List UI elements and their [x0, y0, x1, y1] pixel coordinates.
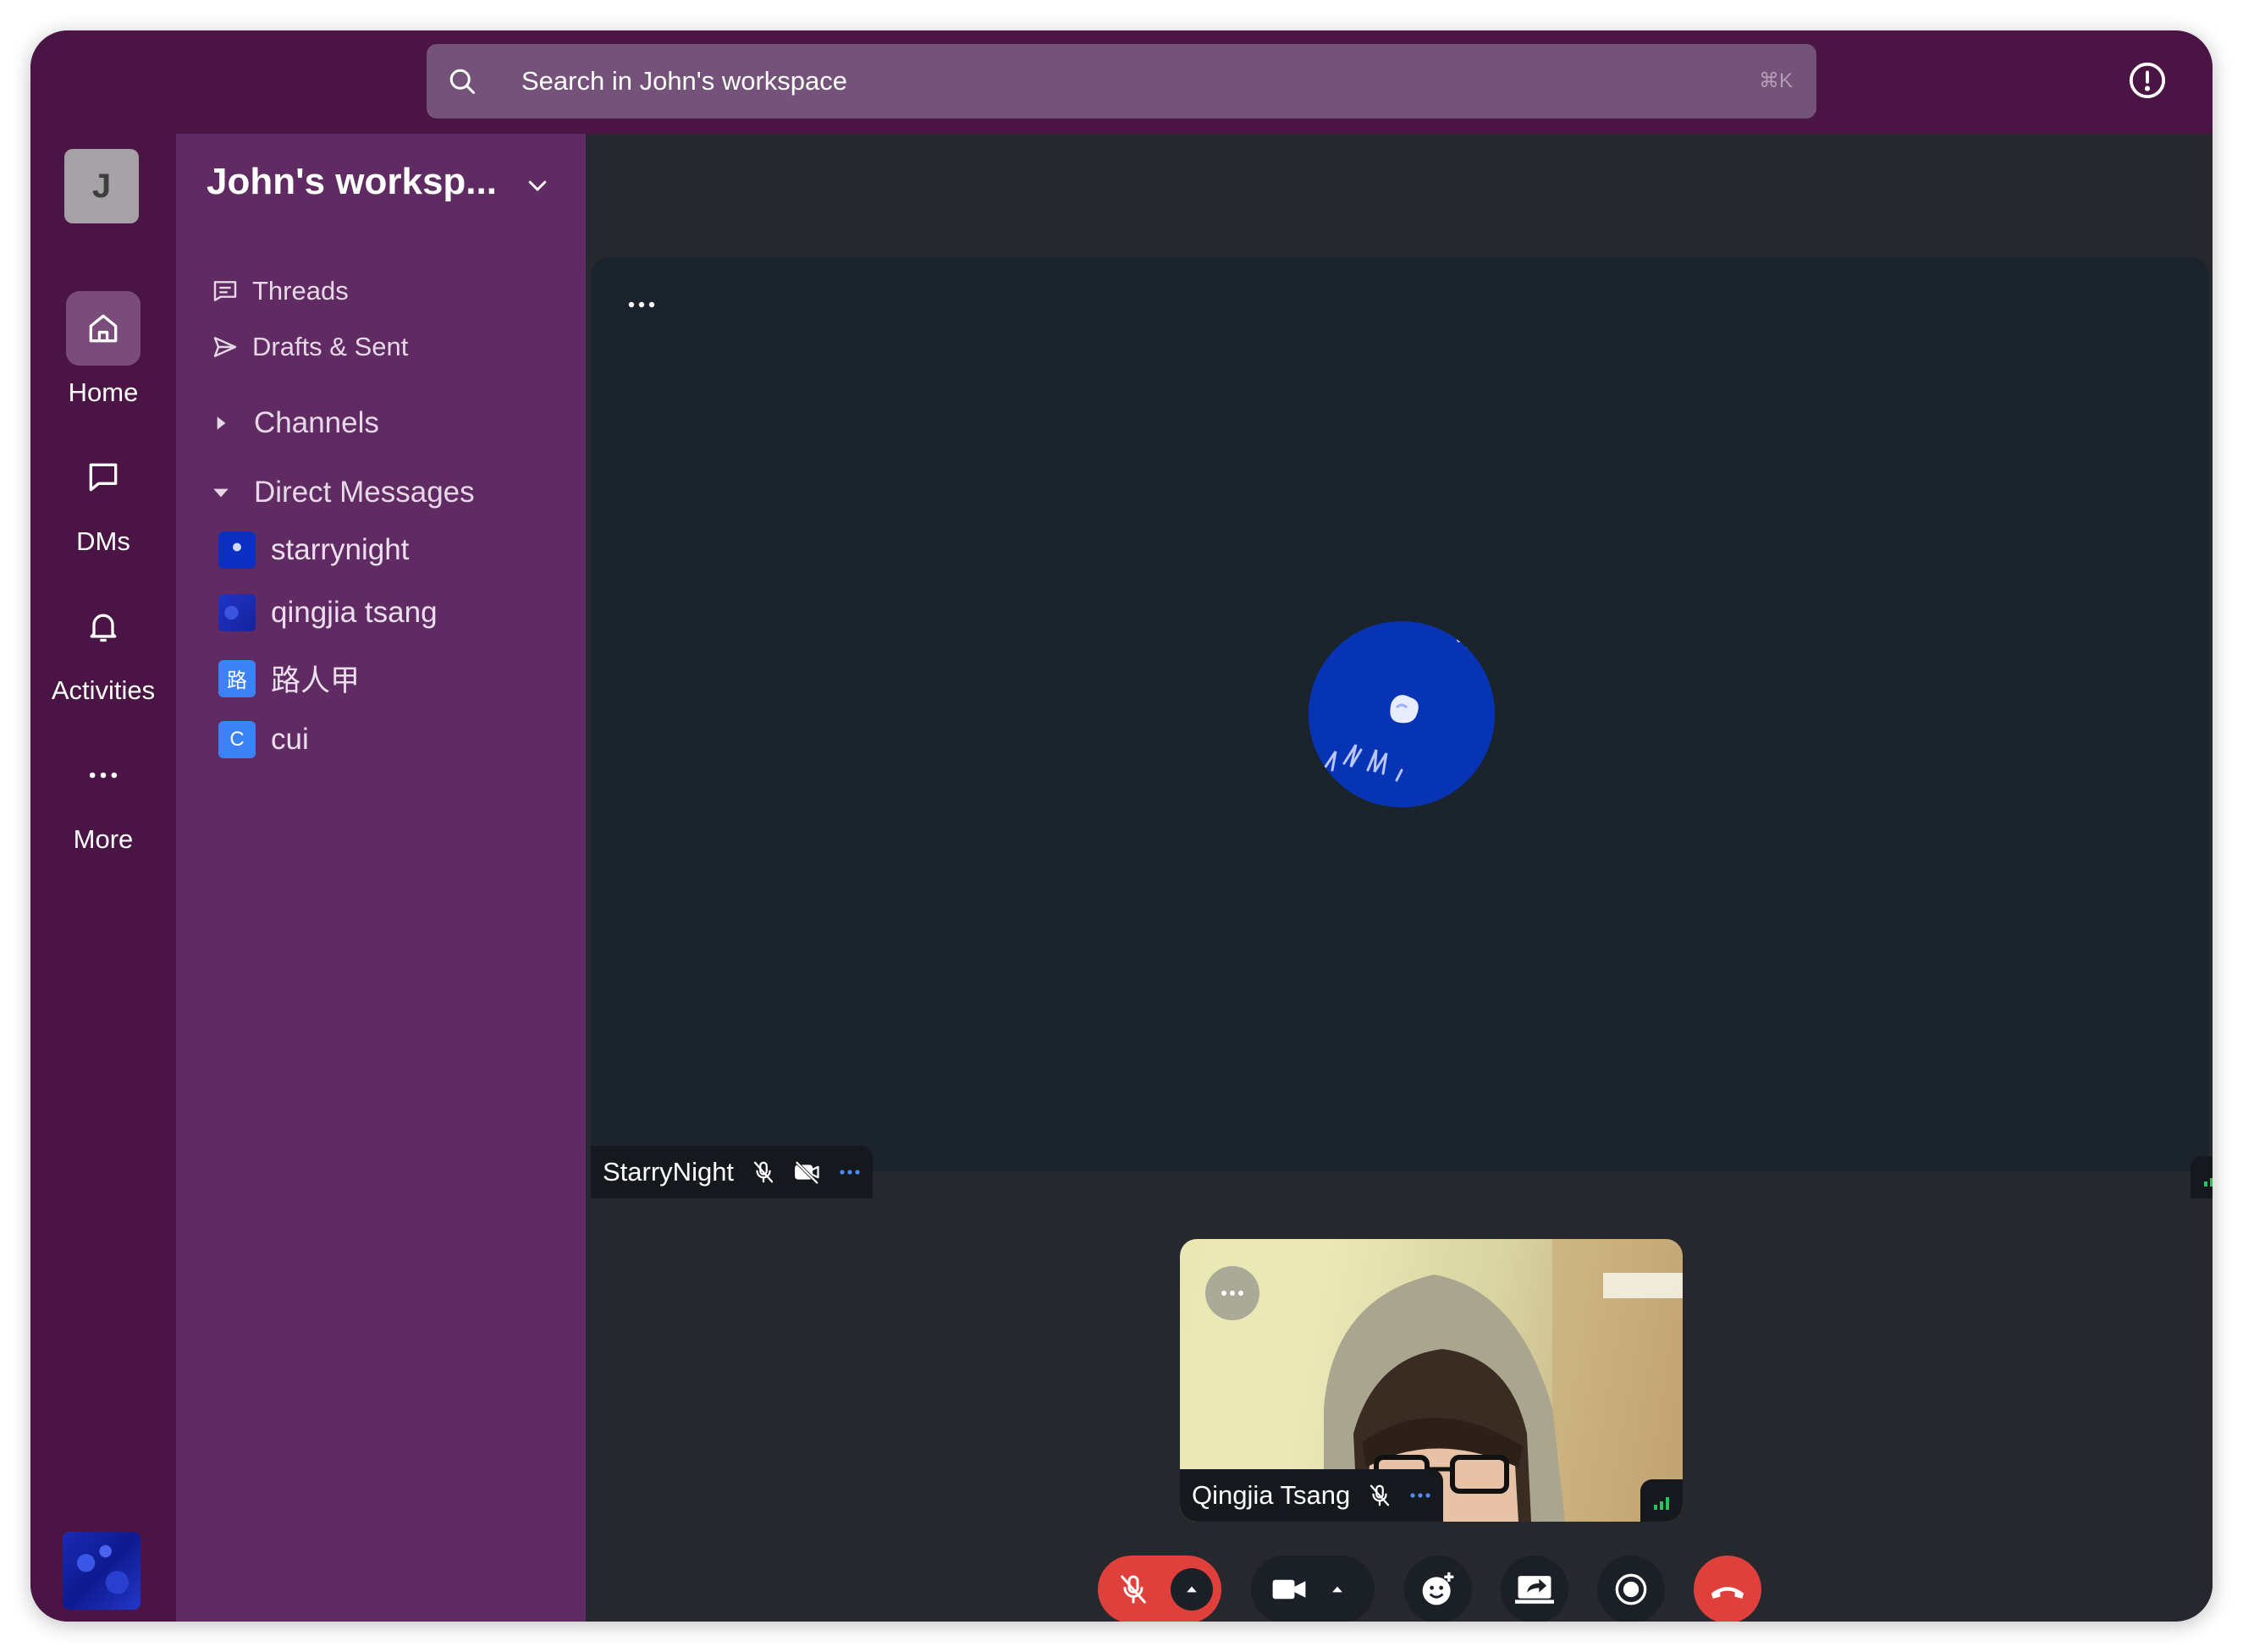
signal-strength-icon	[2191, 1156, 2213, 1198]
main-video-stage	[591, 257, 2209, 1171]
sidebar: John's worksp... Threads Drafts & Sent C…	[176, 134, 586, 1622]
top-bar: Search in John's workspace ⌘K	[30, 30, 2213, 134]
avatar: 路	[218, 659, 256, 697]
dm-item-cui[interactable]: C cui	[218, 721, 309, 758]
dm-item-starrynight[interactable]: starrynight	[218, 531, 409, 569]
video-camera-icon	[1272, 1579, 1306, 1600]
alert-circle-icon[interactable]	[2128, 61, 2167, 100]
section-label: Direct Messages	[254, 476, 475, 509]
hang-up-icon	[1711, 1587, 1744, 1599]
rail-item-label: DMs	[76, 526, 130, 556]
share-screen-icon	[1515, 1576, 1554, 1604]
caret-up-icon[interactable]	[1329, 1581, 1346, 1598]
sidebar-item-drafts[interactable]: Drafts & Sent	[212, 332, 408, 362]
reaction-button[interactable]	[1404, 1556, 1472, 1622]
camera-toggle-button[interactable]	[1251, 1556, 1375, 1622]
dm-name: 路人甲	[271, 664, 361, 697]
rail-item-label: Home	[68, 377, 139, 407]
threads-icon	[213, 281, 237, 301]
dm-name: cui	[271, 723, 309, 756]
dm-item-lurenjia[interactable]: 路 路人甲	[218, 657, 360, 700]
more-icon[interactable]	[1409, 1491, 1431, 1500]
participant-avatar	[1309, 621, 1495, 807]
user-avatar[interactable]	[63, 1532, 141, 1610]
sidebar-item-label: Drafts & Sent	[252, 332, 409, 361]
more-icon[interactable]	[626, 298, 657, 311]
search-icon	[449, 69, 475, 94]
section-direct-messages[interactable]: Direct Messages	[210, 476, 475, 509]
app-window: Search in John's workspace ⌘K J Home DMs…	[30, 30, 2213, 1622]
caret-down-icon	[213, 488, 229, 498]
participant-name-tag: Qingjia Tsang	[1180, 1469, 1444, 1522]
more-icon[interactable]	[839, 1168, 861, 1176]
more-icon	[1221, 1291, 1243, 1296]
video-off-icon	[795, 1160, 819, 1185]
mic-off-icon	[753, 1161, 774, 1183]
avatar	[218, 531, 256, 569]
chevron-down-icon[interactable]	[525, 173, 550, 198]
avatar: C	[218, 721, 256, 758]
call-area: StarryNight Qingjia Tsang	[586, 134, 2213, 1622]
sidebar-item-label: Threads	[252, 276, 349, 306]
avatar	[218, 594, 256, 631]
bell-icon	[90, 614, 117, 642]
search-placeholder: Search in John's workspace	[521, 66, 848, 96]
participant-name: StarryNight	[603, 1157, 735, 1187]
dm-item-qingjia-tsang[interactable]: qingjia tsang	[218, 594, 438, 631]
mic-off-icon	[1370, 1484, 1390, 1506]
audio-options-button[interactable]	[1171, 1568, 1213, 1611]
sidebar-item-threads[interactable]: Threads	[212, 276, 349, 306]
mute-toggle-button[interactable]	[1098, 1556, 1221, 1622]
search-shortcut: ⌘K	[1758, 69, 1793, 92]
section-label: Channels	[254, 406, 379, 439]
rail-item-more[interactable]: More	[30, 738, 176, 855]
workspace-name[interactable]: John's worksp...	[207, 161, 497, 203]
rail-item-activities[interactable]: Activities	[30, 589, 176, 706]
record-icon	[1615, 1573, 1647, 1605]
record-button[interactable]	[1597, 1556, 1665, 1622]
dm-name: qingjia tsang	[271, 596, 438, 629]
chat-icon	[89, 463, 118, 492]
tile-menu-button[interactable]	[1205, 1266, 1259, 1320]
signal-strength-icon	[1640, 1479, 1683, 1522]
emoji-add-icon	[1422, 1572, 1454, 1605]
share-screen-button[interactable]	[1501, 1556, 1568, 1622]
end-call-button[interactable]	[1694, 1556, 1761, 1622]
home-icon	[89, 314, 118, 343]
participant-name: Qingjia Tsang	[1192, 1480, 1351, 1510]
rail-item-label: More	[73, 824, 134, 854]
rail-item-dms[interactable]: DMs	[30, 440, 176, 557]
participant-name-tag: StarryNight	[591, 1146, 874, 1198]
avatar-art	[1309, 621, 1495, 807]
nav-rail: J Home DMs Activities More	[30, 134, 176, 1622]
rail-item-label: Activities	[51, 675, 156, 705]
more-icon	[89, 772, 118, 779]
workspace-avatar[interactable]: J	[64, 149, 139, 223]
rail-item-home[interactable]: Home	[30, 291, 176, 408]
caret-up-icon	[1187, 1586, 1197, 1593]
mic-off-icon	[1121, 1575, 1146, 1604]
send-icon	[213, 337, 237, 357]
search-bar[interactable]: Search in John's workspace ⌘K	[427, 44, 1816, 118]
participant-video-tile[interactable]: Qingjia Tsang	[1180, 1239, 1683, 1522]
dm-name: starrynight	[271, 533, 410, 566]
section-channels[interactable]: Channels	[210, 406, 379, 440]
caret-right-icon	[217, 416, 226, 430]
